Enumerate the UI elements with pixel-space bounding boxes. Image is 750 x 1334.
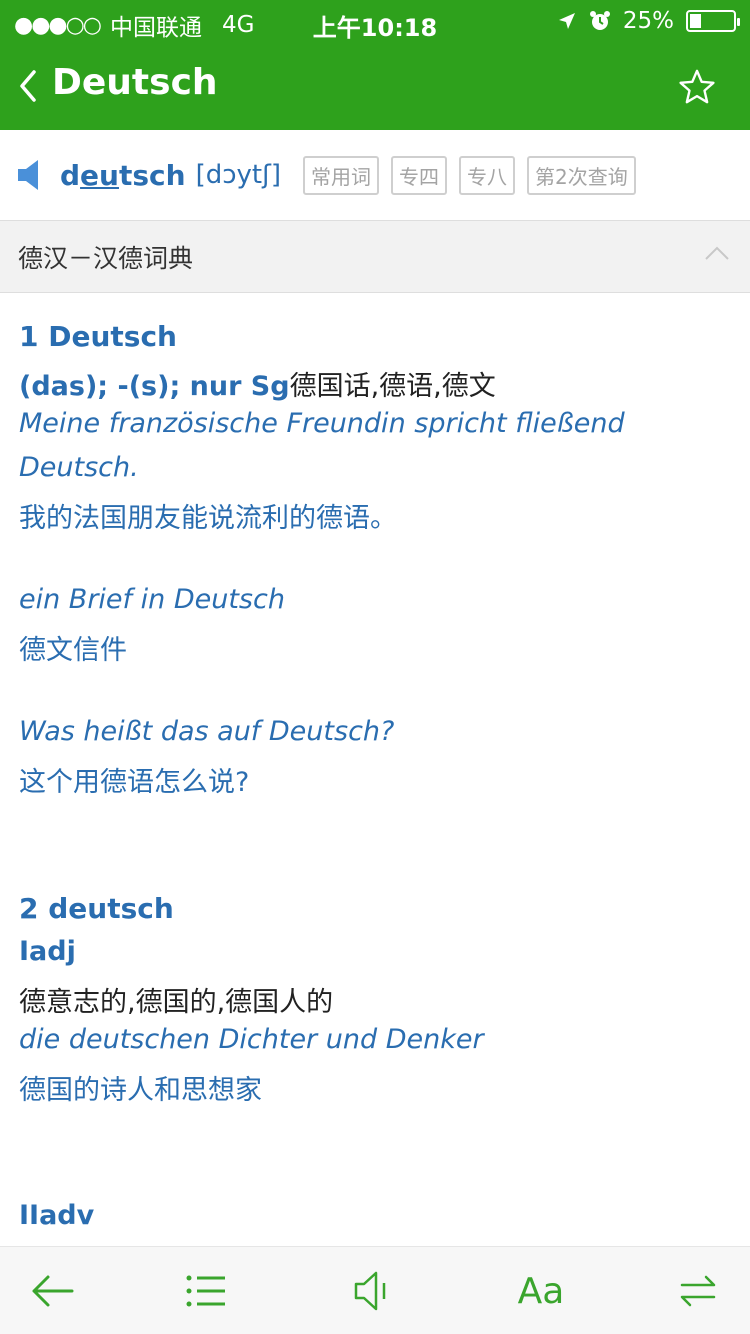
swap-icon: [680, 1275, 716, 1307]
entry-1-grammar: (das); -(s); nur Sg: [19, 371, 290, 402]
bottom-toolbar: Aa: [0, 1246, 750, 1334]
battery-icon: [686, 10, 740, 32]
entry-2-headword: 2 deutsch: [19, 892, 174, 925]
entry-2-grammar-adv: IIadv: [19, 1200, 95, 1231]
nav-bar: Deutsch: [0, 42, 750, 130]
entry-1-example-1-de: Meine französische Freundin spricht flie…: [19, 408, 625, 439]
word-header: deutsch [dɔytʃ] 常用词 专四 专八 第2次查询: [0, 130, 750, 220]
entry-1-headword: 1 Deutsch: [19, 320, 177, 353]
phonetic: [dɔytʃ]: [195, 160, 281, 190]
font-size-button[interactable]: Aa: [505, 1247, 577, 1334]
tag-level4: 专四: [390, 155, 447, 195]
star-outline-icon[interactable]: [678, 68, 716, 106]
status-bar: ●●●○○ 中国联通 4G 上午10:18 25%: [0, 0, 750, 42]
entry-1-grammar-line: (das); -(s); nur Sg德国话,德语,德文: [19, 364, 496, 403]
tag-common: 常用词: [302, 155, 379, 195]
chevron-up-icon[interactable]: [704, 245, 730, 261]
back-button[interactable]: [20, 1247, 84, 1334]
back-arrow-icon: [32, 1275, 74, 1307]
entry-2-example-1-cn: 德国的诗人和思想家: [19, 1075, 262, 1106]
entry-2-example-1-de: die deutschen Dichter und Denker: [19, 1024, 484, 1055]
headword: deutsch: [60, 158, 186, 192]
tag-list: 常用词 专四 专八 第2次查询: [302, 155, 636, 195]
section-title: 德汉－汉德词典: [18, 244, 194, 273]
list-icon: [186, 1275, 225, 1307]
entry-2-grammar: Iadj: [19, 936, 76, 967]
swap-button[interactable]: [666, 1247, 730, 1334]
status-right: 25%: [557, 8, 740, 34]
entry-1-example-3-de: Was heißt das auf Deutsch?: [19, 716, 395, 747]
tag-level8: 专八: [458, 155, 515, 195]
battery-percent: 25%: [622, 8, 674, 34]
speaker-icon[interactable]: [16, 157, 46, 193]
chevron-left-icon[interactable]: [14, 68, 44, 104]
entry-1-example-2-de: ein Brief in Deutsch: [19, 584, 285, 615]
entry-1-example-3-cn: 这个用德语怎么说?: [19, 767, 250, 798]
alarm-icon: [589, 11, 610, 30]
entry-1-example-1-cn: 我的法国朋友能说流利的德语。: [19, 503, 397, 534]
speaker-icon: [354, 1271, 386, 1311]
top-bar: ●●●○○ 中国联通 4G 上午10:18 25% Deutsch: [0, 0, 750, 130]
list-button[interactable]: [174, 1247, 238, 1334]
entry-1-meaning: 德国话,德语,德文: [289, 371, 496, 402]
page-title: Deutsch: [52, 62, 218, 103]
font-size-icon: Aa: [517, 1270, 565, 1312]
entry-1-example-2-cn: 德文信件: [19, 635, 127, 666]
tag-lookup-count: 第2次查询: [526, 155, 636, 195]
dictionary-section-header[interactable]: 德汉－汉德词典: [0, 221, 750, 293]
dictionary-content: 1 Deutsch (das); -(s); nur Sg德国话,德语,德文 M…: [0, 294, 750, 1246]
location-arrow-icon: [558, 13, 575, 29]
entry-2-meaning: 德意志的,德国的,德国人的: [19, 987, 334, 1018]
pronounce-button[interactable]: [340, 1247, 404, 1334]
entry-1-example-1-de-cont: Deutsch.: [19, 452, 139, 483]
